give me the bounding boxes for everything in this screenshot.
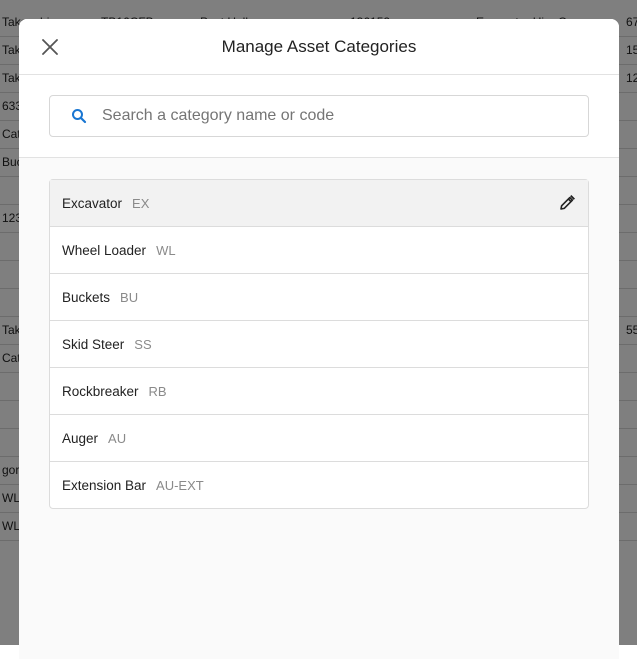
edit-category-button[interactable] (558, 194, 576, 212)
category-list-item[interactable]: Buckets BU (50, 274, 588, 321)
pencil-icon (560, 195, 575, 210)
category-name: Buckets (62, 289, 111, 305)
manage-asset-categories-modal: Manage Asset Categories Excavator EX Wheel… (19, 19, 619, 659)
category-name: Rockbreaker (62, 383, 139, 399)
category-list-item[interactable]: Excavator EX (50, 180, 588, 227)
search-box[interactable] (49, 95, 589, 137)
category-list-item[interactable]: Wheel Loader WL (50, 227, 588, 274)
category-list-item[interactable]: Auger AU (50, 415, 588, 462)
category-list-item[interactable]: Rockbreaker RB (50, 368, 588, 415)
category-code: AU (108, 430, 127, 446)
search-input[interactable] (100, 106, 588, 126)
category-list: Excavator EX Wheel Loader WL Buckets BU Skid S… (49, 179, 589, 509)
category-code: RB (148, 383, 167, 399)
category-code: WL (156, 242, 176, 258)
category-code: BU (120, 289, 139, 305)
modal-title: Manage Asset Categories (221, 37, 417, 56)
category-code: EX (132, 195, 150, 211)
category-name: Wheel Loader (62, 242, 147, 258)
category-list-item[interactable]: Extension Bar AU-EXT (50, 462, 588, 508)
category-name: Extension Bar (62, 477, 147, 493)
search-section (19, 75, 619, 158)
category-name: Auger (62, 430, 99, 446)
category-code: SS (134, 336, 152, 352)
modal-header: Manage Asset Categories (19, 19, 619, 75)
search-icon (70, 107, 88, 125)
category-code: AU-EXT (156, 477, 204, 493)
category-name: Excavator (62, 195, 123, 211)
category-list-item[interactable]: Skid Steer SS (50, 321, 588, 368)
category-name: Skid Steer (62, 336, 125, 352)
